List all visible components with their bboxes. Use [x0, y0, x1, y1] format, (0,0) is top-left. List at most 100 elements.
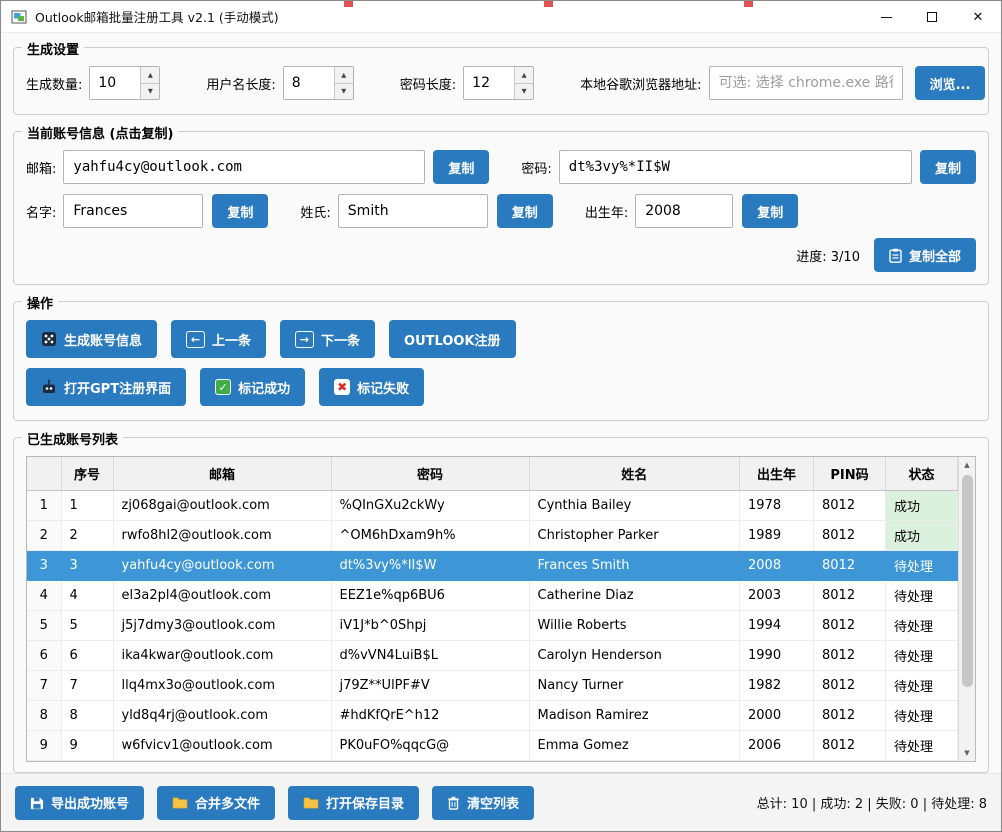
cell-seq[interactable]: 4	[61, 580, 113, 610]
cell-rownum[interactable]: 1	[27, 490, 61, 520]
scrollbar-thumb[interactable]	[962, 475, 973, 687]
cell-pin[interactable]: 8012	[814, 610, 886, 640]
cell-pin[interactable]: 8012	[814, 670, 886, 700]
column-header[interactable]: 序号	[61, 457, 113, 490]
cell-email[interactable]: w6fvicv1@outlook.com	[113, 730, 331, 760]
cell-name[interactable]: Nancy Turner	[529, 670, 740, 700]
cell-email[interactable]: yld8q4rj@outlook.com	[113, 700, 331, 730]
mark-fail-button[interactable]: ✖ 标记失败	[319, 368, 424, 406]
outlook-register-button[interactable]: OUTLOOK注册	[389, 320, 515, 358]
cell-status[interactable]: 待处理	[886, 640, 958, 670]
cell-email[interactable]: el3a2pl4@outlook.com	[113, 580, 331, 610]
previous-item-button[interactable]: ← 上一条	[171, 320, 266, 358]
cell-name[interactable]: Carolyn Henderson	[529, 640, 740, 670]
gen-count-down-button[interactable]: ▼	[141, 84, 159, 100]
cell-rownum[interactable]: 3	[27, 550, 61, 580]
cell-seq[interactable]: 3	[61, 550, 113, 580]
mark-success-button[interactable]: ✓ 标记成功	[200, 368, 305, 406]
cell-year[interactable]: 1982	[740, 670, 814, 700]
cell-status[interactable]: 待处理	[886, 670, 958, 700]
cell-rownum[interactable]: 5	[27, 610, 61, 640]
cell-email[interactable]: yahfu4cy@outlook.com	[113, 550, 331, 580]
cell-rownum[interactable]: 9	[27, 730, 61, 760]
cell-seq[interactable]: 6	[61, 640, 113, 670]
cell-seq[interactable]: 9	[61, 730, 113, 760]
cell-status[interactable]: 成功	[886, 490, 958, 520]
table-row[interactable]: 11zj068gai@outlook.com%QInGXu2ckWyCynthi…	[27, 490, 958, 520]
generate-accounts-button[interactable]: 生成账号信息	[26, 320, 157, 358]
cell-name[interactable]: Frances Smith	[529, 550, 740, 580]
gen-count-up-button[interactable]: ▲	[141, 67, 159, 84]
scroll-up-icon[interactable]: ▲	[959, 457, 975, 473]
cell-password[interactable]: EEZ1e%qp6BU6	[331, 580, 529, 610]
cell-status[interactable]: 待处理	[886, 550, 958, 580]
cell-pin[interactable]: 8012	[814, 520, 886, 550]
copy-password-button[interactable]: 复制	[920, 150, 976, 184]
cell-seq[interactable]: 7	[61, 670, 113, 700]
column-header[interactable]: 状态	[886, 457, 958, 490]
password-length-down-button[interactable]: ▼	[515, 84, 533, 100]
cell-year[interactable]: 2006	[740, 730, 814, 760]
copy-email-button[interactable]: 复制	[433, 150, 489, 184]
cell-status[interactable]: 待处理	[886, 700, 958, 730]
cell-year[interactable]: 1978	[740, 490, 814, 520]
cell-year[interactable]: 2000	[740, 700, 814, 730]
copy-all-button[interactable]: 复制全部	[874, 238, 976, 272]
cell-email[interactable]: zj068gai@outlook.com	[113, 490, 331, 520]
cell-email[interactable]: j5j7dmy3@outlook.com	[113, 610, 331, 640]
cell-name[interactable]: Emma Gomez	[529, 730, 740, 760]
chrome-path-input[interactable]	[709, 66, 903, 100]
cell-pin[interactable]: 8012	[814, 580, 886, 610]
cell-email[interactable]: ika4kwar@outlook.com	[113, 640, 331, 670]
password-length-input[interactable]	[464, 67, 514, 99]
export-success-button[interactable]: 导出成功账号	[15, 786, 144, 820]
copy-birth-year-button[interactable]: 复制	[742, 194, 798, 228]
maximize-button[interactable]	[909, 1, 955, 33]
table-row[interactable]: 77llq4mx3o@outlook.comj79Z**UlPF#VNancy …	[27, 670, 958, 700]
merge-files-button[interactable]: 合并多文件	[157, 786, 275, 820]
cell-year[interactable]: 1994	[740, 610, 814, 640]
cell-status[interactable]: 成功	[886, 520, 958, 550]
birth-year-field[interactable]	[635, 194, 733, 228]
username-length-down-button[interactable]: ▼	[335, 84, 353, 100]
cell-name[interactable]: Catherine Diaz	[529, 580, 740, 610]
email-field[interactable]	[63, 150, 425, 184]
cell-pin[interactable]: 8012	[814, 490, 886, 520]
close-button[interactable]: ✕	[955, 1, 1001, 33]
cell-name[interactable]: Willie Roberts	[529, 610, 740, 640]
column-header[interactable]: 邮箱	[113, 457, 331, 490]
cell-rownum[interactable]: 4	[27, 580, 61, 610]
scroll-down-icon[interactable]: ▼	[959, 745, 975, 761]
cell-pin[interactable]: 8012	[814, 700, 886, 730]
gen-count-input[interactable]	[90, 67, 140, 99]
cell-name[interactable]: Cynthia Bailey	[529, 490, 740, 520]
username-length-up-button[interactable]: ▲	[335, 67, 353, 84]
table-row[interactable]: 22rwfo8hl2@outlook.com^OM6hDxam9h%Christ…	[27, 520, 958, 550]
clear-list-button[interactable]: 清空列表	[432, 786, 534, 820]
cell-year[interactable]: 2008	[740, 550, 814, 580]
vertical-scrollbar[interactable]: ▲ ▼	[958, 457, 975, 761]
column-header[interactable]: 出生年	[740, 457, 814, 490]
copy-last-name-button[interactable]: 复制	[497, 194, 553, 228]
cell-year[interactable]: 2003	[740, 580, 814, 610]
password-length-up-button[interactable]: ▲	[515, 67, 533, 84]
cell-year[interactable]: 1989	[740, 520, 814, 550]
cell-status[interactable]: 待处理	[886, 580, 958, 610]
open-gpt-register-button[interactable]: 打开GPT注册界面	[26, 368, 186, 406]
cell-seq[interactable]: 5	[61, 610, 113, 640]
cell-status[interactable]: 待处理	[886, 610, 958, 640]
cell-rownum[interactable]: 6	[27, 640, 61, 670]
table-row[interactable]: 99w6fvicv1@outlook.comPK0uFO%qqcG@Emma G…	[27, 730, 958, 760]
cell-pin[interactable]: 8012	[814, 550, 886, 580]
cell-name[interactable]: Christopher Parker	[529, 520, 740, 550]
password-field[interactable]	[559, 150, 912, 184]
cell-password[interactable]: #hdKfQrE^h12	[331, 700, 529, 730]
table-row[interactable]: 66ika4kwar@outlook.comd%vVN4LuiB$LCaroly…	[27, 640, 958, 670]
first-name-field[interactable]	[63, 194, 203, 228]
open-save-dir-button[interactable]: 打开保存目录	[288, 786, 419, 820]
cell-password[interactable]: iV1J*b^0Shpj	[331, 610, 529, 640]
cell-rownum[interactable]: 7	[27, 670, 61, 700]
minimize-button[interactable]	[863, 1, 909, 33]
cell-password[interactable]: %QInGXu2ckWy	[331, 490, 529, 520]
cell-year[interactable]: 1990	[740, 640, 814, 670]
